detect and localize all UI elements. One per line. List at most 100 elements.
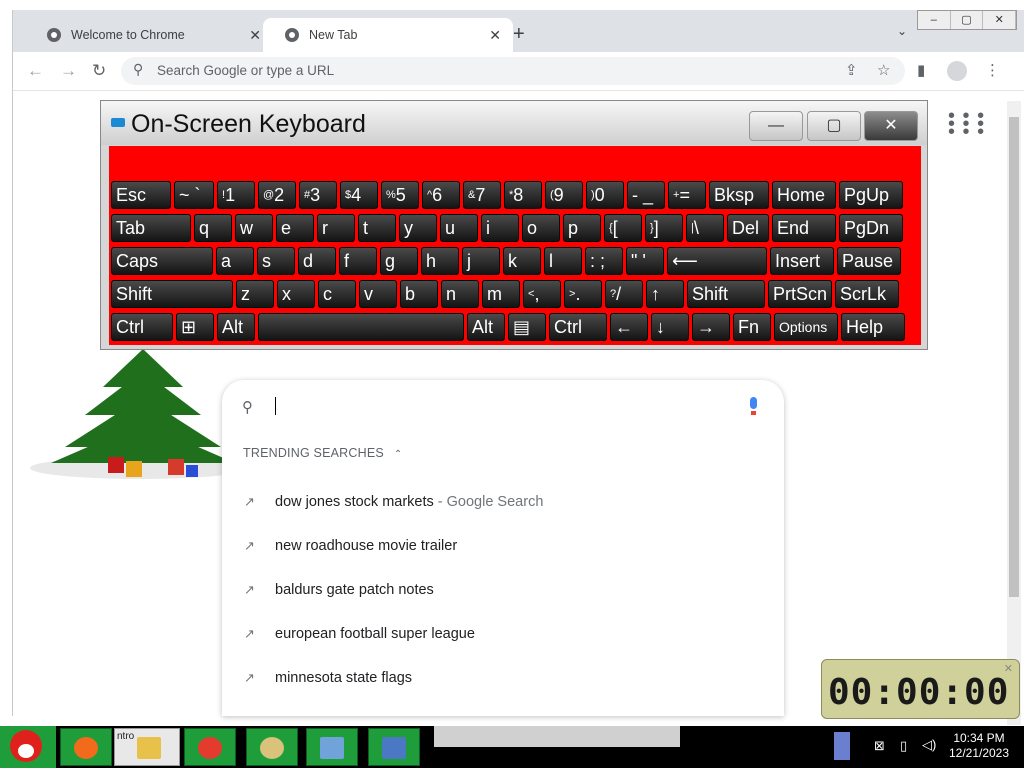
osk-key[interactable]: ↓: [651, 313, 689, 341]
tray-app-icon[interactable]: [834, 732, 850, 760]
new-tab-button[interactable]: +: [513, 23, 525, 46]
back-icon[interactable]: ←: [27, 61, 44, 81]
osk-key[interactable]: ▤: [508, 313, 546, 341]
osk-key[interactable]: u: [440, 214, 478, 242]
osk-key[interactable]: Shift: [111, 280, 233, 308]
osk-key[interactable]: Options: [774, 313, 838, 341]
osk-key[interactable]: Help: [841, 313, 905, 341]
timer-close-icon[interactable]: ✕: [1004, 662, 1013, 675]
osk-key[interactable]: Ctrl: [549, 313, 607, 341]
forward-icon[interactable]: →: [60, 61, 77, 81]
osk-key[interactable]: Ctrl: [111, 313, 173, 341]
osk-key[interactable]: k: [503, 247, 541, 275]
taskbar-computer[interactable]: [368, 728, 420, 766]
osk-key[interactable]: a: [216, 247, 254, 275]
start-button[interactable]: [0, 726, 56, 768]
osk-key[interactable]: [258, 313, 464, 341]
osk-key[interactable]: ↑: [646, 280, 684, 308]
osk-key[interactable]: f: [339, 247, 377, 275]
osk-key[interactable]: ScrLk: [835, 280, 899, 308]
osk-key[interactable]: PgUp: [839, 181, 903, 209]
osk-key[interactable]: Home: [772, 181, 836, 209]
osk-key[interactable]: v: [359, 280, 397, 308]
osk-key[interactable]: ⟵: [667, 247, 767, 275]
osk-key[interactable]: Alt: [467, 313, 505, 341]
osk-key[interactable]: *8: [504, 181, 542, 209]
mic-icon[interactable]: [750, 397, 757, 415]
osk-minimize-button[interactable]: —: [749, 111, 803, 141]
taskbar-clock[interactable]: 10:34 PM 12/21/2023: [940, 731, 1018, 761]
tab-welcome[interactable]: Welcome to Chrome ✕: [25, 18, 273, 52]
close-window-button[interactable]: ✕: [983, 11, 1017, 29]
osk-key[interactable]: p: [563, 214, 601, 242]
osk-key[interactable]: $4: [340, 181, 378, 209]
osk-key[interactable]: g: [380, 247, 418, 275]
osk-key[interactable]: Insert: [770, 247, 834, 275]
osk-key[interactable]: d: [298, 247, 336, 275]
suggestion-item[interactable]: ↗ new roadhouse movie trailer: [222, 526, 784, 566]
volume-icon[interactable]: ◁): [922, 737, 936, 753]
osk-key[interactable]: " ': [626, 247, 664, 275]
osk-key[interactable]: ^6: [422, 181, 460, 209]
osk-key[interactable]: Fn: [733, 313, 771, 341]
osk-key[interactable]: (9: [545, 181, 583, 209]
page-scrollbar[interactable]: [1007, 101, 1021, 725]
osk-close-button[interactable]: ✕: [864, 111, 918, 141]
suggestion-item[interactable]: ↗ dow jones stock markets - Google Searc…: [222, 482, 784, 522]
osk-key[interactable]: <,: [523, 280, 561, 308]
osk-key[interactable]: @2: [258, 181, 296, 209]
power-icon[interactable]: ▯: [900, 738, 907, 754]
taskbar-firefox[interactable]: [60, 728, 112, 766]
osk-key[interactable]: Bksp: [709, 181, 769, 209]
trending-heading[interactable]: TRENDING SEARCHES ⌃: [243, 446, 403, 460]
osk-key[interactable]: - _: [627, 181, 665, 209]
omnibox[interactable]: ⚲ Search Google or type a URL: [121, 57, 905, 85]
osk-key[interactable]: e: [276, 214, 314, 242]
osk-key[interactable]: {[: [604, 214, 642, 242]
osk-key[interactable]: Shift: [687, 280, 765, 308]
osk-key[interactable]: PrtScn: [768, 280, 832, 308]
side-panel-icon[interactable]: ▮: [917, 61, 925, 79]
osk-key[interactable]: Del: [727, 214, 769, 242]
osk-key[interactable]: !1: [217, 181, 255, 209]
osk-key[interactable]: m: [482, 280, 520, 308]
taskbar-file-explorer[interactable]: ntro: [114, 728, 180, 766]
tab-search-icon[interactable]: ⌄: [897, 24, 907, 38]
osk-key[interactable]: j: [462, 247, 500, 275]
suggestion-item[interactable]: ↗ baldurs gate patch notes: [222, 570, 784, 610]
star-icon[interactable]: ☆: [877, 61, 890, 79]
osk-key[interactable]: Tab: [111, 214, 191, 242]
osk-key[interactable]: End: [772, 214, 836, 242]
osk-key[interactable]: h: [421, 247, 459, 275]
osk-key[interactable]: n: [441, 280, 479, 308]
osk-key[interactable]: q: [194, 214, 232, 242]
osk-restore-button[interactable]: ▢: [807, 111, 861, 141]
osk-key[interactable]: x: [277, 280, 315, 308]
osk-key[interactable]: z: [236, 280, 274, 308]
osk-key[interactable]: r: [317, 214, 355, 242]
osk-key[interactable]: %5: [381, 181, 419, 209]
network-icon[interactable]: ⊠: [874, 738, 885, 754]
osk-key[interactable]: y: [399, 214, 437, 242]
osk-title-bar[interactable]: On-Screen Keyboard — ▢ ✕: [101, 101, 927, 145]
osk-key[interactable]: c: [318, 280, 356, 308]
osk-key[interactable]: PgDn: [839, 214, 903, 242]
osk-key[interactable]: l: [544, 247, 582, 275]
minimize-button[interactable]: –: [918, 11, 951, 29]
osk-key[interactable]: |\: [686, 214, 724, 242]
osk-key[interactable]: ⊞: [176, 313, 214, 341]
suggestion-item[interactable]: ↗ european football super league: [222, 614, 784, 654]
osk-key[interactable]: #3: [299, 181, 337, 209]
tab-new-tab[interactable]: New Tab ✕: [263, 18, 513, 52]
osk-key[interactable]: w: [235, 214, 273, 242]
osk-key[interactable]: Caps: [111, 247, 213, 275]
share-icon[interactable]: ⇪: [845, 61, 858, 79]
osk-key[interactable]: ~ `: [174, 181, 214, 209]
maximize-button[interactable]: ▢: [951, 11, 984, 29]
scrollbar-thumb[interactable]: [1009, 117, 1019, 597]
osk-key[interactable]: o: [522, 214, 560, 242]
osk-key[interactable]: +=: [668, 181, 706, 209]
osk-key[interactable]: t: [358, 214, 396, 242]
osk-key[interactable]: : ;: [585, 247, 623, 275]
osk-key[interactable]: ?/: [605, 280, 643, 308]
